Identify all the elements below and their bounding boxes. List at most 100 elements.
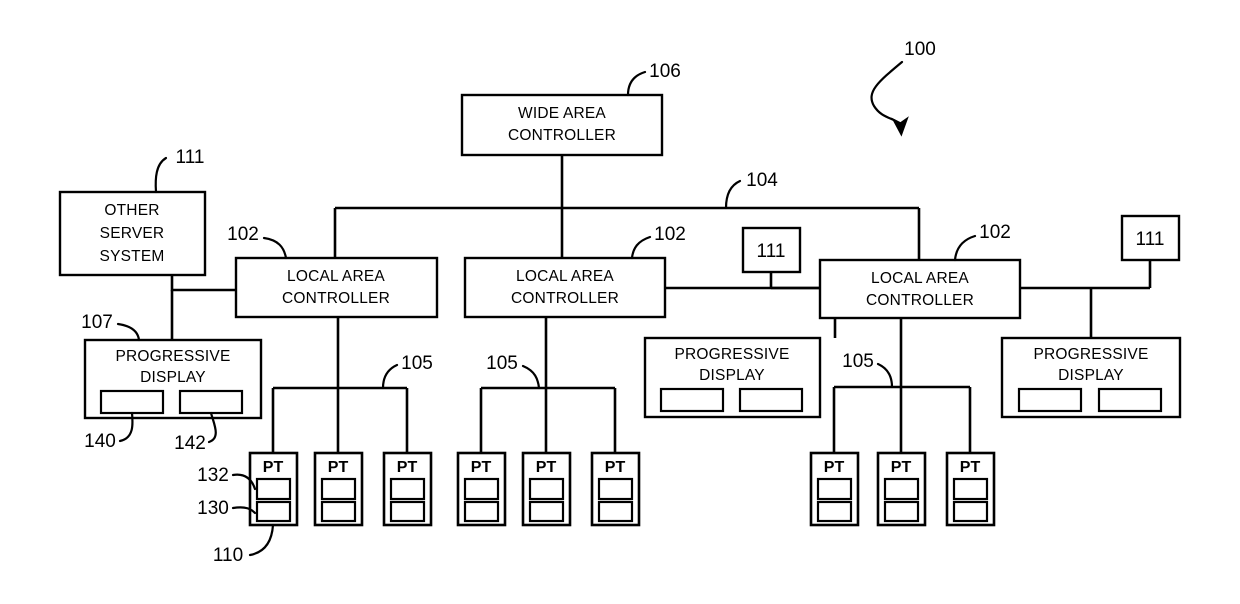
ref-105-2-callout: 105: [486, 353, 541, 390]
ref-label-102-3: 102: [979, 222, 1011, 243]
pt-lower-panel[interactable]: [816, 500, 853, 523]
ref-label-104: 104: [746, 170, 778, 191]
node-progressive-display-1[interactable]: PROGRESSIVE DISPLAY: [83, 338, 263, 420]
ref-102-2-leader: [630, 235, 652, 260]
pt-upper-panel[interactable]: [320, 477, 357, 501]
pt-lower-panel[interactable]: [255, 500, 292, 523]
server-box-2-label: 111: [757, 241, 786, 262]
progdisplay2-line2: DISPLAY: [699, 367, 765, 384]
ref-102-1-callout: 102: [227, 224, 288, 260]
pt-upper-panel[interactable]: [463, 477, 500, 501]
ref-105-3-callout: 105: [842, 351, 894, 389]
pt-lower-panel[interactable]: [463, 500, 500, 523]
local-area-controller-1-box[interactable]: [234, 256, 439, 319]
pt-label: PT: [960, 459, 981, 476]
player-terminal[interactable]: PT: [809, 451, 860, 527]
ref-label-110: 110: [213, 545, 243, 566]
progdisplay2-line1: PROGRESSIVE: [674, 346, 789, 363]
lac3-line1: LOCAL AREA: [871, 270, 969, 287]
node-progressive-display-2[interactable]: PROGRESSIVE DISPLAY: [643, 336, 822, 419]
player-terminal[interactable]: PT: [248, 451, 299, 527]
local-area-controller-3-box[interactable]: [818, 258, 1022, 320]
player-terminal[interactable]: PT: [456, 451, 507, 527]
progdisplay3-line1: PROGRESSIVE: [1033, 346, 1148, 363]
local-area-controller-2-box[interactable]: [463, 256, 667, 319]
ref-105-1-callout: 105: [381, 353, 433, 390]
wide-area-controller-box[interactable]: [460, 93, 664, 157]
ref-label-102-1: 102: [227, 224, 259, 245]
pt-upper-panel[interactable]: [528, 477, 565, 501]
progdisplay3-panel-right[interactable]: [1097, 387, 1163, 413]
ref-106-leader: [626, 70, 647, 97]
ref-102-1-leader: [262, 236, 288, 260]
pt-upper-panel[interactable]: [883, 477, 920, 501]
progdisplay1-line1: PROGRESSIVE: [115, 348, 230, 365]
ref-104-leader: [724, 179, 742, 210]
pt-lower-panel[interactable]: [528, 500, 565, 523]
ref-label-100: 100: [904, 39, 936, 60]
progdisplay3-panel-left[interactable]: [1017, 387, 1083, 413]
pt-group-2: PT PT PT: [456, 451, 641, 527]
progdisplay2-panel-left[interactable]: [659, 387, 725, 413]
node-wide-area-controller[interactable]: WIDE AREA CONTROLLER: [460, 93, 664, 157]
pt-label: PT: [536, 459, 557, 476]
ref-105-2-leader: [521, 364, 541, 390]
progdisplay2-panel-right[interactable]: [738, 387, 804, 413]
ref-label-142: 142: [174, 433, 206, 454]
lac1-line2: CONTROLLER: [282, 290, 390, 307]
pt-upper-panel[interactable]: [389, 477, 426, 501]
lac1-line1: LOCAL AREA: [287, 268, 385, 285]
pt-upper-panel[interactable]: [597, 477, 634, 501]
node-local-area-controller-2[interactable]: LOCAL AREA CONTROLLER: [463, 256, 667, 319]
ref-label-132: 132: [197, 465, 229, 486]
node-other-server-system[interactable]: OTHER SERVER SYSTEM: [58, 190, 207, 277]
player-terminal[interactable]: PT: [945, 451, 996, 527]
pt-label: PT: [605, 459, 626, 476]
ref-107-callout: 107: [81, 312, 141, 342]
pt-lower-panel[interactable]: [320, 500, 357, 523]
progdisplay1-panel-left[interactable]: [99, 389, 165, 415]
ref-label-107: 107: [81, 312, 113, 333]
pt-group-1: PT PT PT: [248, 451, 433, 527]
pt-lower-panel[interactable]: [952, 500, 989, 523]
pt-upper-panel[interactable]: [952, 477, 989, 501]
lac2-line2: CONTROLLER: [511, 290, 619, 307]
ref-102-3-callout: 102: [953, 222, 1011, 262]
patent-figure: 100 WIDE AREA CONTROLLER 106 OTHER SERVE…: [0, 0, 1240, 604]
node-progressive-display-3[interactable]: PROGRESSIVE DISPLAY: [1000, 336, 1182, 419]
figure-reference-100: 100: [870, 39, 936, 137]
node-server-box-3[interactable]: 111: [1120, 214, 1181, 262]
ref-102-2-callout: 102: [630, 224, 686, 260]
figure-arrow-100: [870, 60, 909, 137]
ref-105-1-leader: [381, 363, 399, 390]
node-server-box-2[interactable]: 111: [741, 226, 802, 274]
progdisplay1-panel-right[interactable]: [178, 389, 244, 415]
player-terminal[interactable]: PT: [521, 451, 572, 527]
lac2-line1: LOCAL AREA: [516, 268, 614, 285]
other-server-system-line1: OTHER: [104, 202, 159, 219]
pt-lower-panel[interactable]: [883, 500, 920, 523]
ref-110-leader: [248, 523, 275, 557]
player-terminal[interactable]: PT: [876, 451, 927, 527]
wire-server-to-lac1: [170, 275, 236, 292]
pt-upper-panel[interactable]: [816, 477, 853, 501]
pt-lower-panel[interactable]: [597, 500, 634, 523]
pt-lower-panel[interactable]: [389, 500, 426, 523]
ref-label-102-2: 102: [654, 224, 686, 245]
player-terminal[interactable]: PT: [382, 451, 433, 527]
player-terminal[interactable]: PT: [590, 451, 641, 527]
node-local-area-controller-1[interactable]: LOCAL AREA CONTROLLER: [234, 256, 439, 319]
ref-104-callout: 104: [724, 170, 778, 210]
other-server-system-line3: SYSTEM: [100, 248, 165, 265]
ref-106-callout: 106: [626, 61, 681, 97]
node-local-area-controller-3[interactable]: LOCAL AREA CONTROLLER: [818, 258, 1022, 320]
ref-111-left-callout: 111: [154, 147, 205, 194]
ref-130-callout: 130: [197, 498, 257, 519]
ref-label-140: 140: [84, 431, 116, 452]
pt-upper-panel[interactable]: [255, 477, 292, 501]
ref-107-leader: [116, 322, 141, 342]
player-terminal[interactable]: PT: [313, 451, 364, 527]
pt-label: PT: [891, 459, 912, 476]
ref-label-111-left: 111: [176, 147, 205, 168]
progdisplay1-line2: DISPLAY: [140, 369, 206, 386]
